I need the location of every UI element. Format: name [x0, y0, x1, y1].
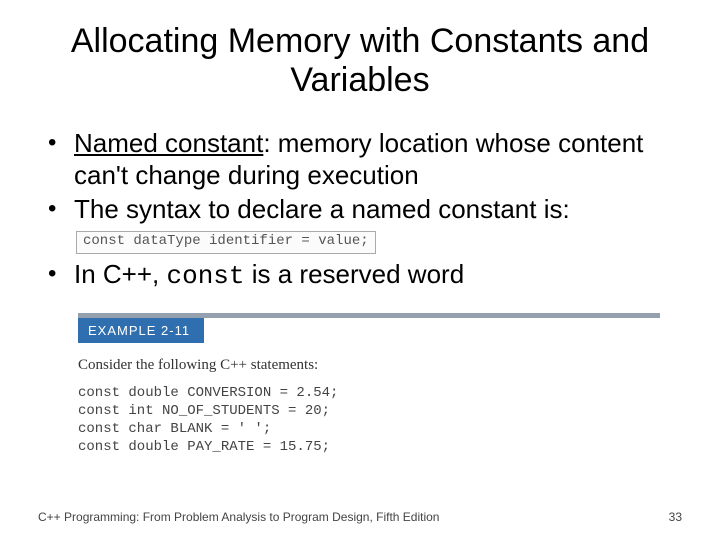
slide-title: Allocating Memory with Constants and Var… — [38, 22, 682, 100]
footer-text: C++ Programming: From Problem Analysis t… — [38, 510, 439, 524]
bullet-3: In C++, const is a reserved word — [42, 259, 682, 293]
page-number: 33 — [669, 510, 682, 524]
bullet-2: The syntax to declare a named constant i… — [42, 194, 682, 257]
example-code: const double CONVERSION = 2.54; const in… — [78, 384, 660, 457]
slide: Allocating Memory with Constants and Var… — [0, 0, 720, 540]
bullet-3-pre: In C++, — [74, 259, 167, 289]
syntax-box: const dataType identifier = value; — [76, 231, 376, 253]
bullet-2-text: The syntax to declare a named constant i… — [74, 194, 570, 224]
example-intro: Consider the following C++ statements: — [78, 357, 660, 374]
bullet-1-term: Named constant — [74, 128, 263, 158]
bullet-3-post: is a reserved word — [245, 259, 465, 289]
bullet-3-code: const — [167, 261, 245, 291]
example-badge: EXAMPLE 2-11 — [78, 318, 204, 343]
example-block: EXAMPLE 2-11 Consider the following C++ … — [78, 313, 660, 457]
bullet-list: Named constant: memory location whose co… — [42, 128, 682, 293]
bullet-1: Named constant: memory location whose co… — [42, 128, 682, 191]
